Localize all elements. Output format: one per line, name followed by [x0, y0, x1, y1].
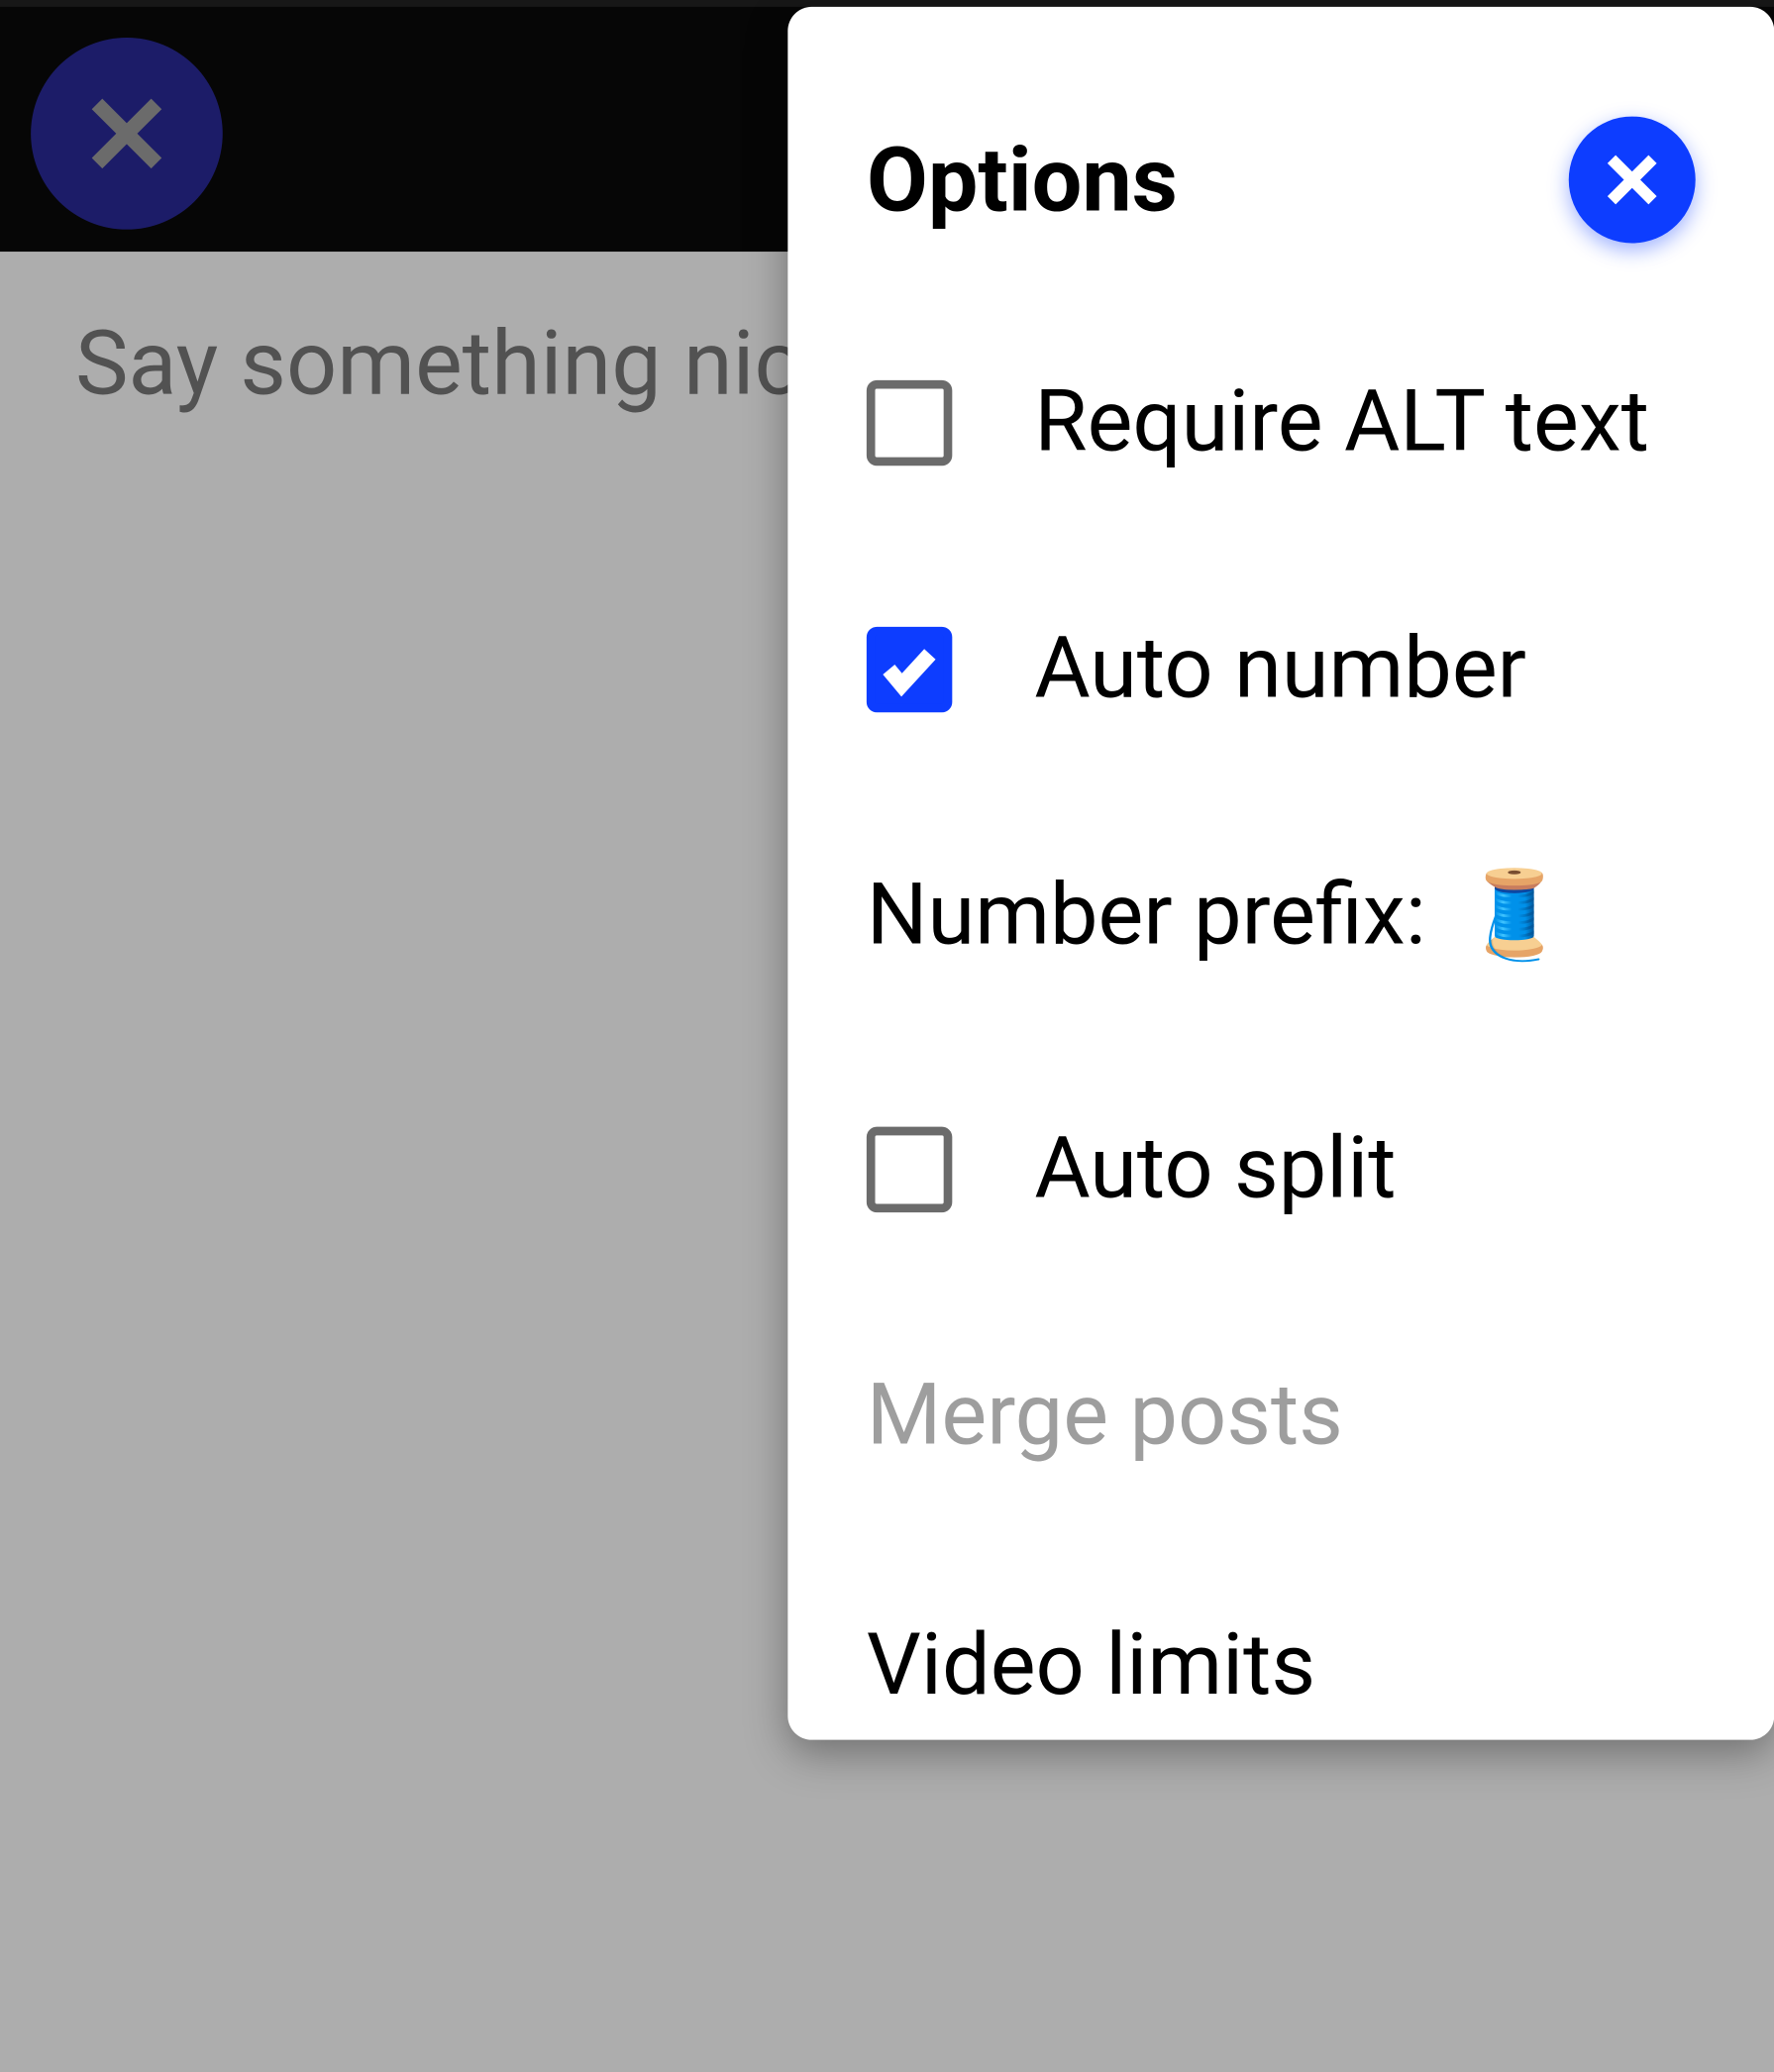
close-panel-button[interactable]: [1569, 117, 1696, 244]
thread-emoji-icon: 🧵: [1461, 867, 1568, 966]
label-auto-split: Auto split: [1034, 1120, 1396, 1219]
checkbox-require-alt[interactable]: [867, 380, 952, 466]
checkbox-auto-split[interactable]: [867, 1127, 952, 1212]
option-number-prefix[interactable]: Number prefix: 🧵: [867, 867, 1696, 966]
option-video-limits[interactable]: Video limits: [867, 1616, 1696, 1715]
panel-title: Options: [867, 128, 1178, 232]
options-panel: Options Require ALT text Auto number Num…: [787, 7, 1774, 1740]
option-require-alt[interactable]: Require ALT text: [867, 373, 1696, 472]
prefix-label: Number prefix:: [867, 867, 1426, 966]
close-icon: [1602, 149, 1663, 210]
label-auto-number: Auto number: [1034, 620, 1526, 719]
label-require-alt: Require ALT text: [1034, 373, 1649, 472]
checkbox-auto-number[interactable]: [867, 627, 952, 712]
option-auto-split[interactable]: Auto split: [867, 1120, 1696, 1219]
option-merge-posts: Merge posts: [867, 1367, 1696, 1466]
option-auto-number[interactable]: Auto number: [867, 620, 1696, 719]
check-icon: [879, 639, 940, 700]
